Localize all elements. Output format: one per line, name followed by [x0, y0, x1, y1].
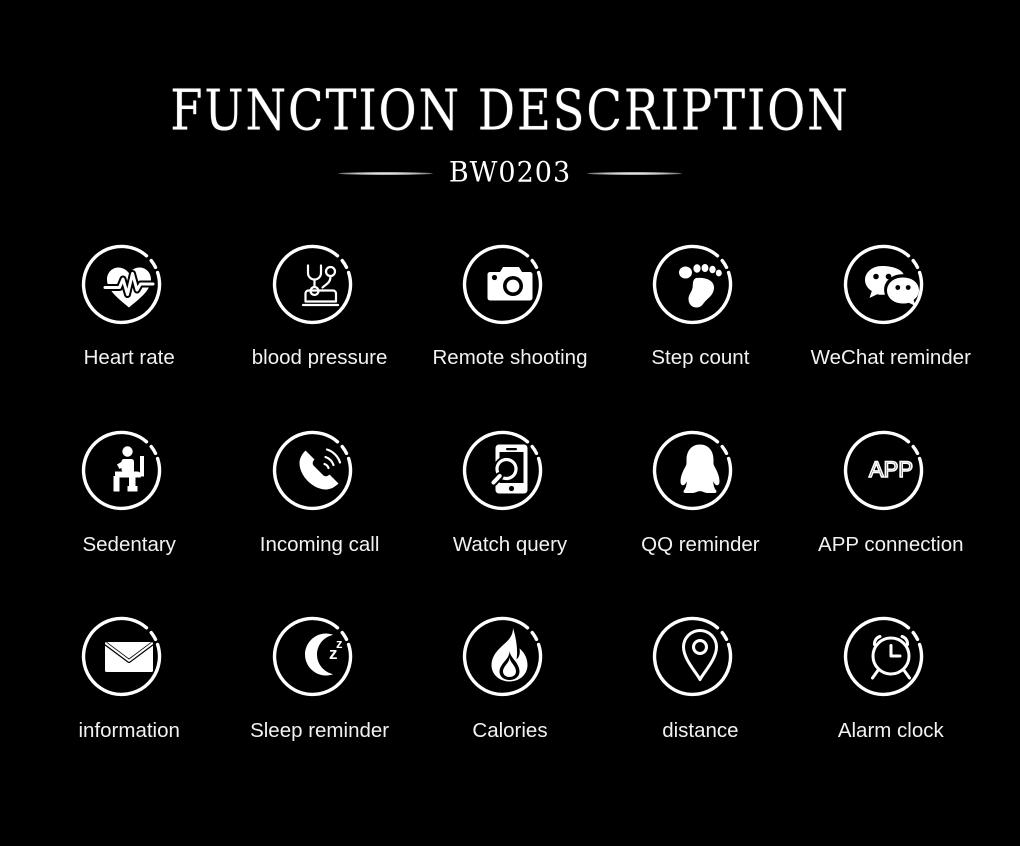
- qq-penguin-icon: [653, 429, 740, 511]
- feature-label: Remote shooting: [432, 346, 588, 369]
- feature-item-qq-reminder[interactable]: QQ reminder: [605, 429, 795, 615]
- feature-item-wechat-reminder[interactable]: WeChat reminder: [796, 243, 986, 429]
- feature-item-sedentary[interactable]: Sedentary: [34, 429, 224, 615]
- model-subtitle-row: BW0203: [0, 156, 1020, 189]
- feature-item-information[interactable]: information: [34, 615, 224, 801]
- feature-label: Calories: [472, 719, 548, 742]
- feature-label: Sedentary: [82, 533, 176, 556]
- map-pin-icon: [653, 615, 740, 697]
- wechat-icon: [843, 243, 931, 325]
- envelope-icon: [82, 615, 169, 697]
- decorative-rule-left: [337, 171, 433, 175]
- feature-label: Incoming call: [259, 533, 380, 556]
- heart-rate-icon: [82, 243, 169, 325]
- header: FUNCTION DESCRIPTION BW0203: [0, 0, 1020, 188]
- feature-label: APP connection: [818, 533, 964, 556]
- camera-icon: [462, 243, 550, 325]
- moon-sleep-icon: z z: [272, 615, 360, 697]
- feature-item-remote-shooting[interactable]: Remote shooting: [415, 243, 605, 429]
- feature-item-heart-rate[interactable]: Heart rate: [34, 243, 224, 429]
- feature-label: WeChat reminder: [810, 346, 971, 369]
- feature-item-sleep-reminder[interactable]: z z Sleep reminder: [224, 615, 414, 801]
- blood-pressure-icon: [272, 243, 360, 325]
- feature-label: Step count: [651, 346, 750, 369]
- feature-label: blood pressure: [251, 346, 388, 369]
- feature-item-distance[interactable]: distance: [605, 615, 795, 801]
- feature-grid: Heart rate blood pressure Remote shootin…: [34, 243, 986, 801]
- flame-icon: [462, 615, 550, 697]
- feature-label: Sleep reminder: [250, 719, 390, 742]
- feature-label: distance: [662, 719, 739, 742]
- alarm-clock-icon: [843, 615, 931, 697]
- sleep-z-tiny: z: [336, 636, 343, 651]
- decorative-rule-right: [587, 171, 683, 175]
- feature-item-incoming-call[interactable]: Incoming call: [224, 429, 414, 615]
- phone-call-icon: [272, 429, 360, 511]
- app-text-icon: APP: [843, 429, 931, 511]
- feature-label: Watch query: [452, 533, 568, 556]
- feature-item-calories[interactable]: Calories: [415, 615, 605, 801]
- feature-label: information: [78, 719, 180, 742]
- phone-search-icon: [462, 429, 550, 511]
- sitting-person-icon: [82, 429, 169, 511]
- footprint-icon: [653, 243, 740, 325]
- feature-item-alarm-clock[interactable]: Alarm clock: [796, 615, 986, 801]
- feature-label: Heart rate: [83, 346, 175, 369]
- feature-label: Alarm clock: [837, 719, 944, 742]
- app-icon-text: APP: [869, 457, 913, 482]
- page-title: FUNCTION DESCRIPTION: [170, 78, 850, 143]
- feature-item-step-count[interactable]: Step count: [605, 243, 795, 429]
- function-description-page: FUNCTION DESCRIPTION BW0203 Heart rate b…: [0, 0, 1020, 846]
- feature-item-blood-pressure[interactable]: blood pressure: [224, 243, 414, 429]
- feature-label: QQ reminder: [641, 533, 760, 556]
- model-name: BW0203: [448, 156, 572, 189]
- feature-item-watch-query[interactable]: Watch query: [415, 429, 605, 615]
- feature-item-app-connection[interactable]: APP APP connection: [796, 429, 986, 615]
